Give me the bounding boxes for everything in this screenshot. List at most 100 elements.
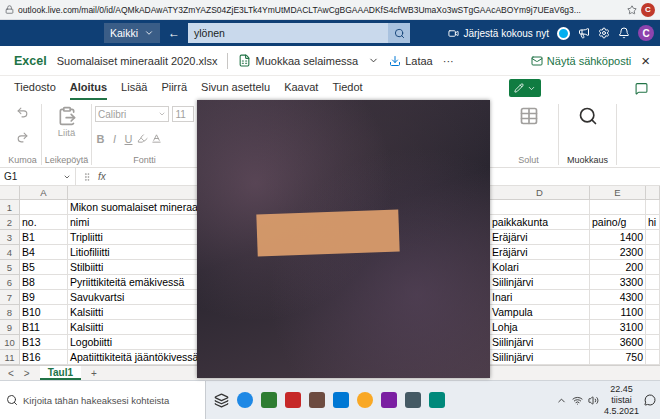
table-cell[interactable] (646, 305, 660, 320)
row-header[interactable]: 5 (0, 260, 20, 275)
address-bar[interactable]: outlook.live.com/mail/0/id/AQMkADAwATY3Z… (18, 5, 623, 15)
table-cell[interactable] (646, 230, 660, 245)
table-cell[interactable]: Vampula (490, 305, 590, 320)
table-cell[interactable]: 200 (590, 260, 646, 275)
highlighter-icon[interactable] (137, 133, 148, 144)
row-header[interactable]: 1 (0, 200, 20, 215)
prev-sheet-button[interactable]: < (8, 366, 14, 380)
taskbar-app-icon[interactable] (237, 392, 253, 408)
row-header[interactable]: 2 (0, 215, 20, 230)
column-header[interactable]: A (20, 186, 68, 200)
table-cell[interactable] (646, 290, 660, 305)
taskbar-app-icon[interactable] (309, 392, 325, 408)
more-button[interactable]: ··· (443, 55, 454, 67)
row-header[interactable]: 8 (0, 305, 20, 320)
next-sheet-button[interactable]: > (24, 366, 30, 380)
row-header[interactable]: 3 (0, 230, 20, 245)
paste-button[interactable]: Liitä (57, 106, 77, 138)
table-cell[interactable]: Siilinjärvi (490, 350, 590, 365)
comments-button[interactable] (635, 82, 648, 95)
taskbar-app-icon[interactable] (357, 392, 373, 408)
row-header[interactable]: 4 (0, 245, 20, 260)
table-cell[interactable] (646, 245, 660, 260)
table-cell[interactable]: Lohja (490, 320, 590, 335)
font-style-button[interactable]: I (109, 133, 120, 145)
table-cell[interactable]: 3100 (590, 320, 646, 335)
table-cell[interactable]: B4 (20, 245, 68, 260)
taskbar-app-icon[interactable] (285, 392, 301, 408)
ribbon-tab[interactable]: Aloitus (70, 76, 107, 100)
meeting-button[interactable]: Järjestä kokous nyt (448, 28, 549, 39)
font-name-field[interactable]: Calibri (95, 106, 169, 122)
corner-cell[interactable] (0, 186, 20, 200)
task-view-icon[interactable] (214, 393, 229, 408)
table-cell[interactable]: B1 (20, 230, 68, 245)
table-cell[interactable] (646, 260, 660, 275)
font-color-icon[interactable] (151, 133, 162, 144)
table-cell[interactable]: 1400 (590, 230, 646, 245)
table-cell[interactable]: B10 (20, 305, 68, 320)
table-cell[interactable] (646, 320, 660, 335)
table-cell[interactable]: 3600 (590, 335, 646, 350)
name-box[interactable]: G1 (0, 168, 76, 186)
row-header[interactable]: 9 (0, 320, 20, 335)
table-cell[interactable]: B11 (20, 320, 68, 335)
table-cell[interactable]: B13 (20, 335, 68, 350)
table-cell[interactable] (646, 275, 660, 290)
search-value[interactable]: ylönen (188, 27, 388, 39)
table-cell[interactable]: Inari (490, 290, 590, 305)
bell-icon[interactable] (618, 27, 630, 39)
edit-in-browser-button[interactable]: Muokkaa selaimessa (238, 54, 358, 67)
show-mail-button[interactable]: Näytä sähköposti (531, 55, 631, 67)
close-button[interactable]: × (641, 52, 650, 69)
network-icon[interactable] (572, 395, 583, 406)
table-cell[interactable] (646, 200, 660, 215)
cells-button[interactable] (519, 106, 539, 126)
table-cell[interactable]: paino/g (590, 215, 646, 230)
clock[interactable]: 22.45tiistai4.5.2021 (604, 384, 639, 417)
megaphone-icon[interactable] (578, 27, 590, 39)
table-cell[interactable] (490, 200, 590, 215)
find-button[interactable] (578, 106, 598, 126)
table-cell[interactable]: paikkakunta (490, 215, 590, 230)
table-cell[interactable]: hi (646, 215, 660, 230)
star-icon[interactable] (627, 5, 637, 15)
table-cell[interactable]: B16 (20, 350, 68, 365)
table-cell[interactable]: Siilinjärvi (490, 335, 590, 350)
table-cell[interactable]: 2300 (590, 245, 646, 260)
row-header[interactable]: 10 (0, 335, 20, 350)
font-size-field[interactable]: 11 (172, 106, 194, 122)
font-style-button[interactable]: B (95, 133, 106, 145)
notification-icon[interactable] (644, 394, 656, 406)
table-cell[interactable]: B5 (20, 260, 68, 275)
table-cell[interactable] (590, 200, 646, 215)
row-header[interactable]: 6 (0, 275, 20, 290)
row-header[interactable]: 11 (0, 350, 20, 365)
table-cell[interactable]: 3300 (590, 275, 646, 290)
ribbon-tab[interactable]: Tiedot (332, 76, 362, 100)
table-cell[interactable]: Eräjärvi (490, 230, 590, 245)
table-cell[interactable]: Siilinjärvi (490, 275, 590, 290)
gear-icon[interactable] (598, 27, 610, 39)
taskbar-app-icon[interactable] (333, 392, 349, 408)
column-header[interactable]: E (590, 186, 646, 200)
taskbar-app-icon[interactable] (381, 392, 397, 408)
volume-icon[interactable] (588, 395, 599, 406)
table-cell[interactable] (646, 335, 660, 350)
editing-mode-button[interactable] (509, 79, 541, 97)
table-cell[interactable]: no. (20, 215, 68, 230)
table-cell[interactable] (646, 350, 660, 365)
user-avatar[interactable]: C (638, 25, 654, 41)
chevron-up-icon[interactable] (556, 395, 567, 406)
search-field[interactable]: ylönen (188, 23, 410, 43)
ribbon-tab[interactable]: Kaavat (284, 76, 318, 100)
add-sheet-button[interactable]: + (91, 366, 97, 380)
taskbar-app-icon[interactable] (405, 392, 421, 408)
table-cell[interactable]: 4300 (590, 290, 646, 305)
ribbon-tab[interactable]: Lisää (121, 76, 147, 100)
taskbar-search[interactable]: Kirjoita tähän hakeaksesi kohteista (0, 381, 206, 419)
download-button[interactable]: Lataa (389, 55, 433, 67)
table-cell[interactable]: B8 (20, 275, 68, 290)
back-button[interactable]: ← (168, 26, 180, 40)
table-cell[interactable] (20, 200, 68, 215)
